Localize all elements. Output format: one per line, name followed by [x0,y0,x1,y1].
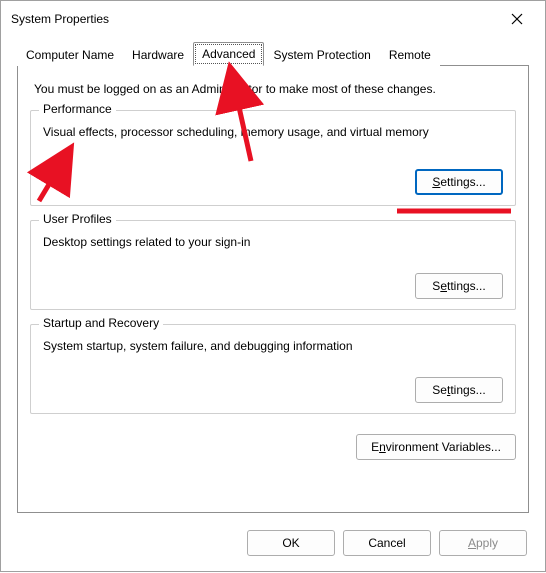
tab-advanced-page: You must be logged on as an Administrato… [17,65,529,513]
close-icon [511,13,523,25]
group-performance: Performance Visual effects, processor sc… [30,110,516,206]
titlebar: System Properties [1,1,545,37]
admin-note: You must be logged on as an Administrato… [34,82,516,96]
group-user-profiles-desc: Desktop settings related to your sign-in [43,235,503,249]
environment-variables-button[interactable]: Environment Variables... [356,434,516,460]
apply-button[interactable]: Apply [439,530,527,556]
ok-button[interactable]: OK [247,530,335,556]
group-performance-desc: Visual effects, processor scheduling, me… [43,125,503,139]
window-title: System Properties [11,12,499,26]
dialog-footer: OK Cancel Apply [1,523,545,571]
tab-advanced[interactable]: Advanced [193,42,264,66]
group-startup-recovery-legend: Startup and Recovery [39,316,163,330]
group-user-profiles: User Profiles Desktop settings related t… [30,220,516,310]
tabs: Computer Name Hardware Advanced System P… [17,41,529,65]
tab-hardware[interactable]: Hardware [123,43,193,66]
group-startup-recovery-desc: System startup, system failure, and debu… [43,339,503,353]
performance-settings-button[interactable]: Settings... [415,169,503,195]
group-performance-legend: Performance [39,102,116,116]
startup-recovery-settings-button[interactable]: Settings... [415,377,503,403]
tab-system-protection[interactable]: System Protection [264,43,379,66]
group-user-profiles-legend: User Profiles [39,212,116,226]
tab-computer-name[interactable]: Computer Name [17,43,123,66]
tab-remote[interactable]: Remote [380,43,440,66]
user-profiles-settings-button[interactable]: Settings... [415,273,503,299]
close-button[interactable] [499,5,535,33]
cancel-button[interactable]: Cancel [343,530,431,556]
group-startup-recovery: Startup and Recovery System startup, sys… [30,324,516,414]
system-properties-window: System Properties Computer Name Hardware… [0,0,546,572]
